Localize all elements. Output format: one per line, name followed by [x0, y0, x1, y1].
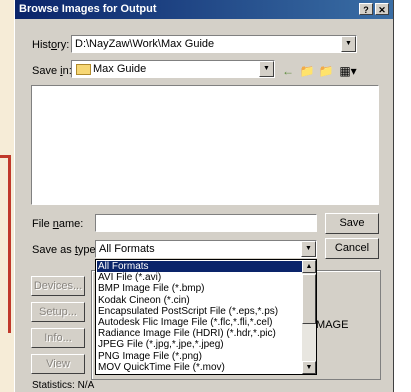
save-as-type-combo[interactable]: All Formats ▼ [95, 240, 317, 258]
dropdown-option[interactable]: JPEG File (*.jpg,*.jpe,*.jpeg) [97, 339, 303, 350]
scroll-down-icon[interactable]: ▼ [302, 361, 316, 374]
view-button[interactable]: View [31, 354, 85, 374]
dropdown-option[interactable]: Encapsulated PostScript File (*.eps,*.ps… [97, 306, 303, 317]
save-as-type-label: Save as type: [32, 244, 99, 256]
up-folder-icon[interactable]: 📁 [299, 63, 315, 79]
history-value: D:\NayZaw\Work\Max Guide [75, 38, 215, 50]
file-name-label: File name: [32, 218, 84, 230]
title-bar[interactable]: Browse Images for Output ? ✕ [15, 0, 393, 19]
image-label: IMAGE [313, 319, 349, 331]
view-menu-icon[interactable]: ▦▾ [337, 63, 359, 79]
history-combo[interactable]: D:\NayZaw\Work\Max Guide ▼ [71, 35, 357, 53]
chevron-down-icon[interactable]: ▼ [341, 36, 356, 52]
file-list[interactable] [31, 85, 379, 205]
help-button[interactable]: ? [359, 3, 373, 15]
background-accent-line [8, 155, 11, 333]
save-button[interactable]: Save [325, 213, 379, 234]
chevron-down-icon[interactable]: ▼ [259, 61, 274, 77]
scroll-thumb[interactable] [302, 274, 316, 324]
window-title: Browse Images for Output [19, 3, 157, 15]
dropdown-option[interactable]: Autodesk Flic Image File (*.flc,*.fli,*.… [97, 317, 303, 328]
cancel-button[interactable]: Cancel [325, 238, 379, 259]
save-in-combo[interactable]: Max Guide ▼ [71, 60, 275, 78]
close-button[interactable]: ✕ [375, 3, 389, 15]
dropdown-option[interactable]: Kodak Cineon (*.cin) [97, 295, 303, 306]
folder-icon [76, 64, 91, 75]
browse-images-dialog: Browse Images for Output ? ✕ History: D:… [14, 0, 394, 392]
devices-button[interactable]: Devices... [31, 276, 85, 296]
dropdown-option[interactable]: Radiance Image File (HDRI) (*.hdr,*.pic) [97, 328, 303, 339]
dropdown-option[interactable]: MOV QuickTime File (*.mov) [97, 362, 303, 373]
dropdown-option[interactable]: PNG Image File (*.png) [97, 351, 303, 362]
dropdown-option[interactable]: BMP Image File (*.bmp) [97, 283, 303, 294]
save-as-type-dropdown[interactable]: All Formats AVI File (*.avi) BMP Image Fil… [95, 259, 317, 375]
back-icon[interactable]: ← [280, 63, 296, 79]
save-in-label: Save in: [32, 65, 72, 77]
statistics-text: Statistics: N/A [32, 380, 95, 391]
info-button[interactable]: Info... [31, 328, 85, 348]
setup-button[interactable]: Setup... [31, 302, 85, 322]
save-in-value: Max Guide [93, 63, 147, 75]
dropdown-option[interactable]: All Formats [97, 261, 303, 272]
file-name-input[interactable] [95, 214, 317, 232]
dropdown-option[interactable]: AVI File (*.avi) [97, 272, 303, 283]
history-label: History: [32, 39, 70, 51]
scroll-up-icon[interactable]: ▲ [302, 260, 316, 273]
save-as-type-value: All Formats [99, 243, 155, 255]
new-folder-icon[interactable]: 📁 [318, 63, 334, 79]
chevron-down-icon[interactable]: ▼ [301, 241, 316, 257]
dropdown-scrollbar[interactable]: ▲ ▼ [302, 260, 316, 374]
